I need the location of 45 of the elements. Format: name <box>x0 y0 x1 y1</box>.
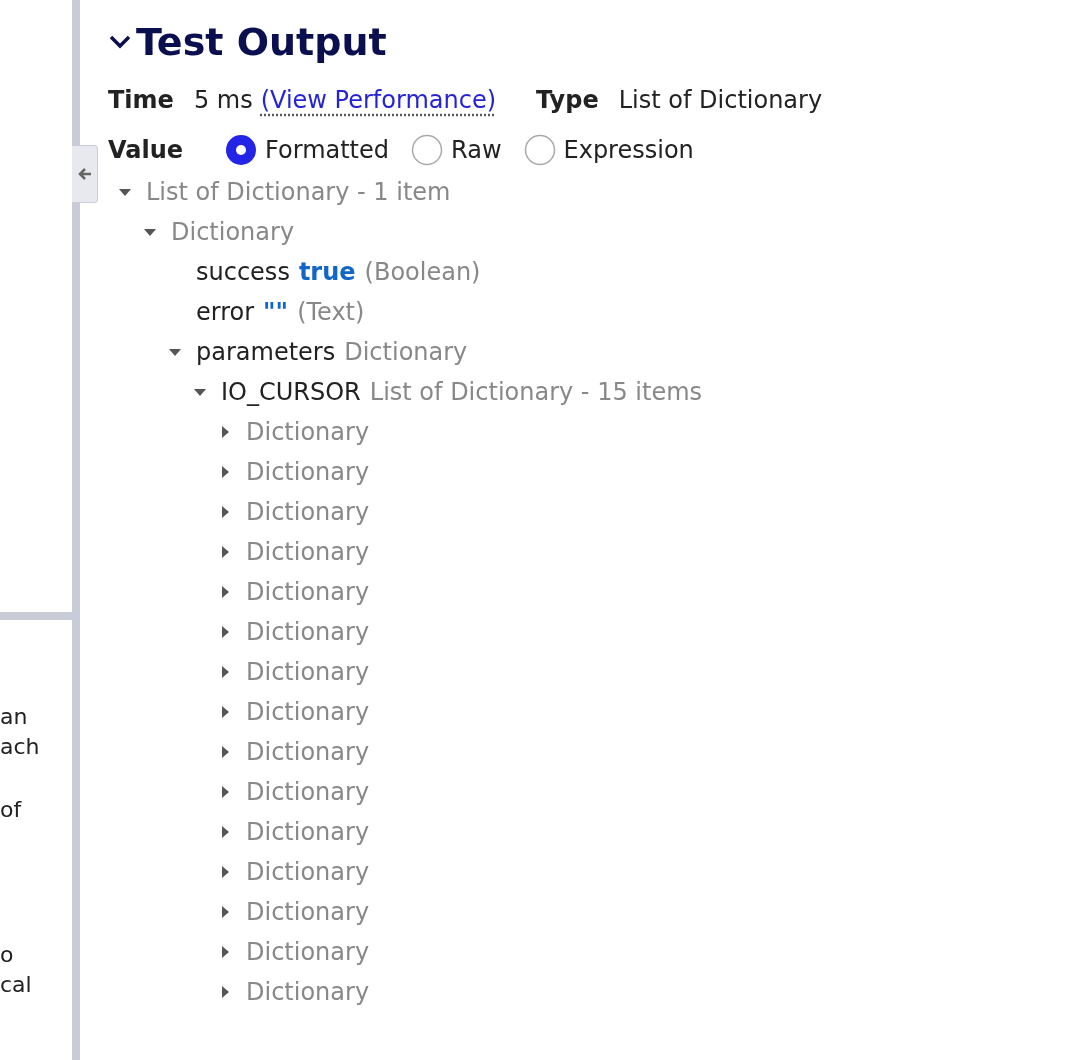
tree-node-label: Dictionary <box>246 538 370 566</box>
tree-key: IO_CURSOR <box>221 378 361 406</box>
value-label: Value <box>108 136 184 164</box>
cut-off-text: an <box>0 703 29 731</box>
tree-node-label: Dictionary <box>246 978 370 1006</box>
tree-node-label: Dictionary <box>246 938 370 966</box>
view-mode-radio[interactable]: Expression <box>523 134 694 166</box>
time-label: Time <box>108 86 174 114</box>
tree-node-label: List of Dictionary - 15 items <box>369 378 703 406</box>
type-value: List of Dictionary <box>618 86 823 114</box>
tree-node-label: List of Dictionary - 1 item <box>146 178 451 206</box>
tree-type: (Text) <box>297 298 365 326</box>
arrow-left-icon <box>76 166 93 182</box>
cut-off-text: of <box>0 796 23 824</box>
cut-off-text: ach <box>0 733 41 761</box>
tree-value: true <box>298 258 356 286</box>
tree-node-label: Dictionary <box>246 738 370 766</box>
view-performance-link[interactable]: (View Performance) <box>260 86 497 114</box>
tree-node-label: Dictionary <box>246 458 370 486</box>
tree-node-label: Dictionary <box>246 698 370 726</box>
tree-value: "" <box>263 298 289 326</box>
tree-node-label: Dictionary <box>246 818 370 846</box>
tree-node-label: Dictionary <box>246 578 370 606</box>
collapse-panel-button[interactable] <box>72 145 98 203</box>
tree-node-label: Dictionary <box>171 218 295 246</box>
tree-node-label: Dictionary <box>246 658 370 686</box>
view-mode-radio[interactable]: Formatted <box>225 134 390 166</box>
tree-key: success <box>196 258 290 286</box>
tree-node-label: Dictionary <box>246 418 370 446</box>
tree-node-label: Dictionary <box>344 338 468 366</box>
chevron-down-icon[interactable] <box>108 33 132 51</box>
tree-type: (Boolean) <box>364 258 481 286</box>
cut-off-text: o <box>0 941 15 969</box>
view-mode-radio[interactable]: Raw <box>411 134 502 166</box>
section-title: Test Output <box>136 20 387 64</box>
tree-node-label: Dictionary <box>246 498 370 526</box>
tree-node-label: Dictionary <box>246 778 370 806</box>
tree-node-label: Dictionary <box>246 618 370 646</box>
time-value: 5 ms <box>193 86 253 114</box>
tree-key: parameters <box>196 338 336 366</box>
cut-off-text: cal <box>0 971 33 999</box>
tree-node-label: Dictionary <box>246 858 370 886</box>
tree-node-label: Dictionary <box>246 898 370 926</box>
tree-key: error <box>196 298 255 326</box>
type-label: Type <box>536 86 599 114</box>
